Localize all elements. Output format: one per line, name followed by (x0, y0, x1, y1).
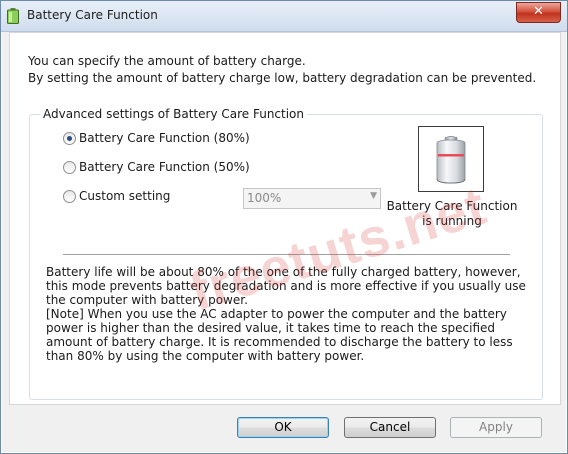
advanced-settings-group: Advanced settings of Battery Care Functi… (29, 107, 543, 400)
description-paragraph-1: Battery life will be about 80% of the on… (46, 265, 526, 307)
window-title: Battery Care Function (27, 8, 158, 22)
custom-percent-value: 100% (247, 191, 282, 205)
intro-line-1: You can specify the amount of battery ch… (28, 54, 306, 68)
divider (63, 254, 510, 256)
battery-status-text: Battery Care Function is running (386, 199, 518, 229)
radio-label-custom[interactable]: Custom setting (79, 189, 170, 203)
ok-button[interactable]: OK (237, 417, 329, 438)
radio-label-50[interactable]: Battery Care Function (50%) (79, 160, 250, 174)
battery-icon (436, 136, 466, 184)
description-paragraph-2: [Note] When you use the AC adapter to po… (46, 307, 513, 363)
chevron-down-icon: ▼ (370, 191, 377, 201)
radio-button-80[interactable] (63, 132, 76, 145)
radio-button-50[interactable] (63, 161, 76, 174)
battery-app-icon (7, 8, 19, 24)
title-bar[interactable]: Battery Care Function ✕ (1, 1, 567, 32)
close-button[interactable]: ✕ (516, 2, 561, 23)
dialog-window: Battery Care Function ✕ You can specify … (0, 0, 568, 454)
custom-percent-select[interactable]: 100% ▼ (243, 188, 381, 209)
close-icon: ✕ (533, 4, 544, 19)
status-line-1: Battery Care Function (386, 199, 518, 213)
battery-status-image (418, 126, 484, 192)
radio-label-80[interactable]: Battery Care Function (80%) (79, 131, 250, 145)
radio-button-custom[interactable] (63, 190, 76, 203)
apply-button[interactable]: Apply (450, 417, 542, 438)
description-text: Battery life will be about 80% of the on… (46, 265, 526, 363)
group-label: Advanced settings of Battery Care Functi… (40, 107, 308, 121)
intro-line-2: By setting the amount of battery charge … (28, 71, 537, 85)
status-line-2: is running (422, 214, 482, 228)
dialog-content: You can specify the amount of battery ch… (9, 32, 561, 405)
intro-text: You can specify the amount of battery ch… (28, 53, 536, 87)
cancel-button[interactable]: Cancel (344, 417, 436, 438)
